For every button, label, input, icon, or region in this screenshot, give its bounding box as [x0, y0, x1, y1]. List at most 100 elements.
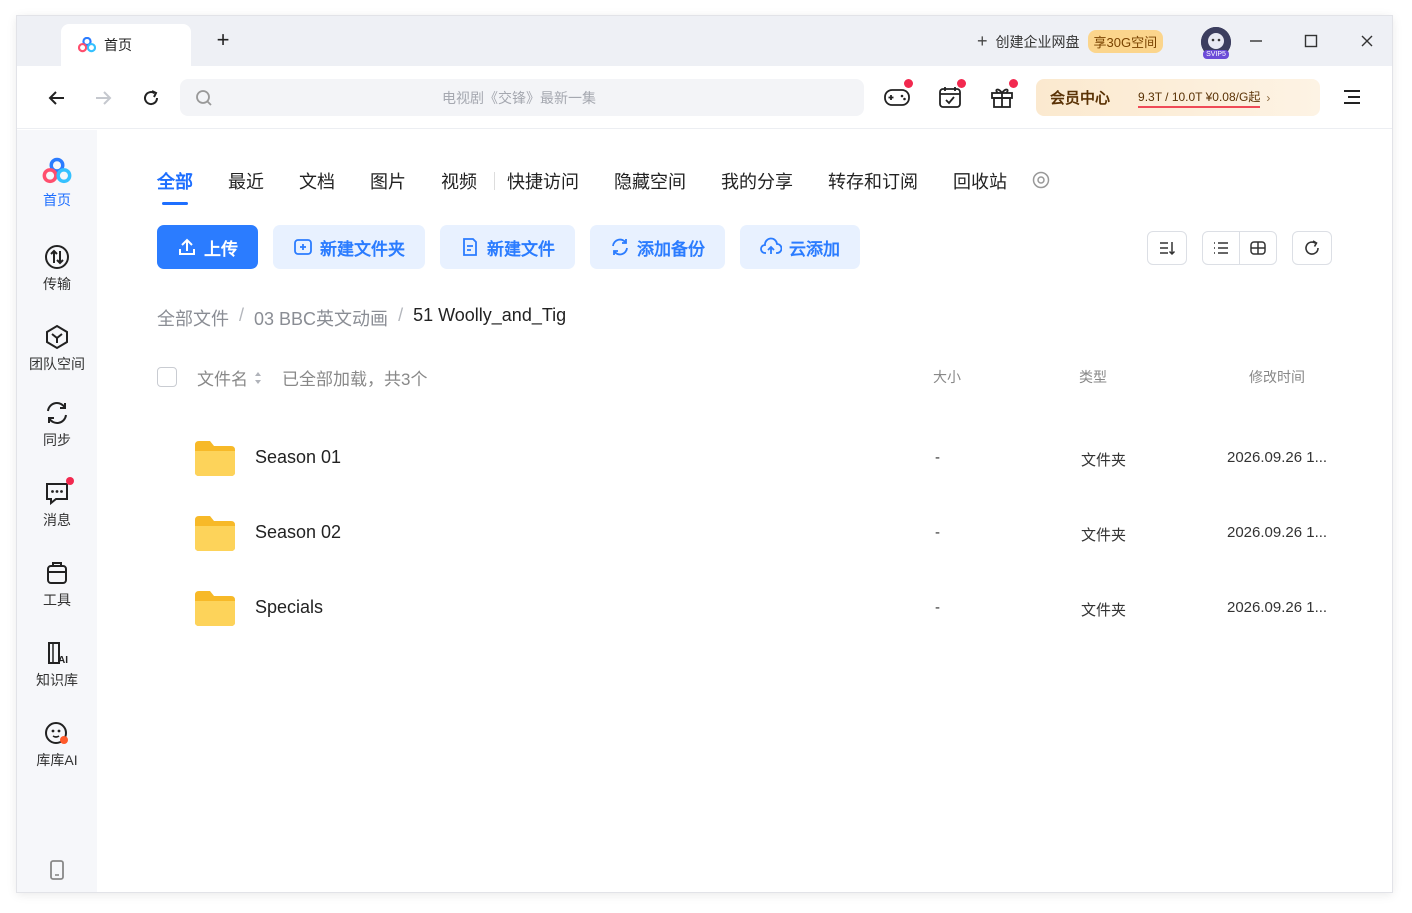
vip-center-button[interactable]: 会员中心 9.3T / 10.0T ¥0.08/G起 › — [1036, 79, 1320, 116]
sidebar-item-label: 首页 — [43, 192, 71, 208]
search-icon — [196, 89, 212, 106]
search-bar[interactable] — [180, 79, 864, 116]
minimize-button[interactable] — [1243, 28, 1269, 54]
breadcrumb-bbc-folder[interactable]: 03 BBC英文动画 — [254, 305, 388, 331]
tab-all[interactable]: 全部 — [157, 168, 193, 205]
enterprise-space-badge: 享30G空间 — [1087, 30, 1164, 53]
tab-videos[interactable]: 视频 — [441, 168, 477, 194]
sidebar-item-messages[interactable]: 消息 — [17, 477, 97, 530]
tab-recent[interactable]: 最近 — [228, 168, 264, 194]
file-modified-time: 2026.09.26 1... — [1227, 524, 1328, 541]
cloud-add-label: 云添加 — [789, 239, 840, 259]
messages-red-dot — [66, 477, 74, 485]
file-name[interactable]: Specials — [255, 597, 323, 618]
mobile-device-icon[interactable] — [48, 859, 66, 881]
cloud-upload-icon — [760, 237, 782, 254]
baidu-netdisk-logo-icon — [78, 37, 96, 53]
close-button[interactable] — [1354, 28, 1380, 54]
add-backup-label: 添加备份 — [637, 239, 705, 259]
list-view-icon — [1213, 242, 1228, 254]
svip-badge: SVIP5 — [1203, 50, 1229, 59]
table-row[interactable]: Specials - 文件夹 2026.09.26 1... — [157, 573, 1332, 648]
sync-icon — [47, 402, 67, 424]
new-folder-label: 新建文件夹 — [320, 239, 405, 259]
column-time-header[interactable]: 修改时间 — [1249, 367, 1305, 387]
close-icon — [1361, 35, 1373, 47]
tab-recycle-bin[interactable]: 回收站 — [953, 168, 1007, 194]
tab-divider — [494, 172, 495, 190]
refresh-button[interactable] — [138, 85, 164, 111]
arrow-left-icon — [48, 91, 64, 105]
tab-saved-subscriptions[interactable]: 转存和订阅 — [828, 168, 918, 194]
create-enterprise-button[interactable]: + 创建企业网盘 享30G空间 — [977, 30, 1164, 53]
team-space-icon — [46, 324, 68, 350]
reload-list-button[interactable] — [1292, 231, 1332, 265]
grid-view-icon — [1250, 241, 1266, 255]
add-backup-button[interactable]: 添加备份 — [590, 225, 725, 269]
forward-button[interactable] — [90, 85, 116, 111]
column-type-header[interactable]: 类型 — [1079, 367, 1107, 387]
view-controls — [1147, 231, 1332, 265]
file-type: 文件夹 — [1081, 527, 1127, 544]
sidebar-item-kuku-ai[interactable]: 库库AI — [17, 720, 97, 770]
tab-my-shares[interactable]: 我的分享 — [721, 168, 793, 194]
chevron-right-icon: › — [1266, 90, 1271, 105]
cloud-add-button[interactable]: 云添加 — [740, 225, 860, 269]
maximize-button[interactable] — [1298, 28, 1324, 54]
home-logo-icon — [42, 157, 72, 184]
breadcrumb-separator: / — [398, 305, 404, 325]
menu-icon[interactable] — [1341, 86, 1363, 108]
breadcrumb-all-files[interactable]: 全部文件 — [157, 305, 229, 331]
app-window: 首页 + + 创建企业网盘 享30G空间 SVIP5 电视剧《交锋》最新一集 会… — [17, 16, 1392, 892]
game-button[interactable] — [882, 79, 913, 112]
tab-settings-icon[interactable] — [1032, 171, 1050, 189]
upload-label: 上传 — [204, 239, 238, 259]
new-file-label: 新建文件 — [487, 239, 555, 259]
back-button[interactable] — [44, 85, 70, 111]
sort-button[interactable] — [1147, 231, 1187, 265]
new-folder-button[interactable]: 新建文件夹 — [273, 225, 425, 269]
new-tab-button[interactable]: + — [211, 29, 235, 53]
calendar-button[interactable] — [935, 79, 966, 112]
gift-button[interactable] — [987, 79, 1018, 112]
table-header: 文件名 已全部加载，共3个 大小 类型 修改时间 — [157, 365, 1332, 395]
file-name[interactable]: Season 02 — [255, 522, 341, 543]
create-enterprise-label: 创建企业网盘 — [995, 33, 1080, 50]
sidebar-item-transfer[interactable]: 传输 — [17, 244, 97, 294]
gift-icon — [991, 88, 1013, 108]
file-name[interactable]: Season 01 — [255, 447, 341, 468]
column-name-header[interactable]: 文件名 — [197, 365, 262, 390]
tab-documents[interactable]: 文档 — [299, 168, 335, 194]
list-view-button[interactable] — [1203, 232, 1240, 264]
title-bar: 首页 + + 创建企业网盘 享30G空间 SVIP5 — [17, 16, 1392, 66]
table-row[interactable]: Season 02 - 文件夹 2026.09.26 1... — [157, 498, 1332, 573]
avatar[interactable]: SVIP5 — [1201, 27, 1231, 59]
upload-button[interactable]: 上传 — [157, 225, 258, 269]
new-file-button[interactable]: 新建文件 — [440, 225, 575, 269]
svg-text:AI: AI — [58, 655, 68, 666]
tab-home[interactable]: 首页 — [61, 24, 191, 66]
sidebar-item-team-space[interactable]: 团队空间 — [17, 324, 97, 374]
calendar-red-dot — [957, 79, 966, 88]
view-mode-toggle — [1202, 231, 1277, 265]
sidebar-item-knowledge[interactable]: AI 知识库 — [17, 640, 97, 690]
grid-view-button[interactable] — [1240, 232, 1277, 264]
vip-storage-info: 9.3T / 10.0T ¥0.08/G起 — [1138, 88, 1261, 108]
tab-quick-access[interactable]: 快捷访问 — [507, 168, 579, 194]
sidebar-item-home[interactable]: 首页 — [17, 156, 97, 210]
file-size: - — [935, 449, 940, 466]
sidebar-item-label: 库库AI — [36, 752, 78, 768]
folder-icon — [195, 441, 235, 476]
table-row[interactable]: Season 01 - 文件夹 2026.09.26 1... — [157, 423, 1332, 498]
knowledge-ai-icon: AI — [48, 642, 68, 666]
breadcrumb: 全部文件 / 03 BBC英文动画 / 51 Woolly_and_Tig — [157, 305, 566, 331]
sidebar-item-tools[interactable]: 工具 — [17, 560, 97, 610]
tab-hidden-space[interactable]: 隐藏空间 — [614, 168, 686, 194]
plus-icon: + — [977, 31, 988, 51]
tab-images[interactable]: 图片 — [370, 168, 406, 194]
file-size: - — [935, 524, 940, 541]
select-all-checkbox[interactable] — [157, 367, 177, 387]
search-input[interactable] — [214, 89, 864, 106]
column-size-header[interactable]: 大小 — [933, 367, 961, 387]
sidebar-item-sync[interactable]: 同步 — [17, 400, 97, 450]
